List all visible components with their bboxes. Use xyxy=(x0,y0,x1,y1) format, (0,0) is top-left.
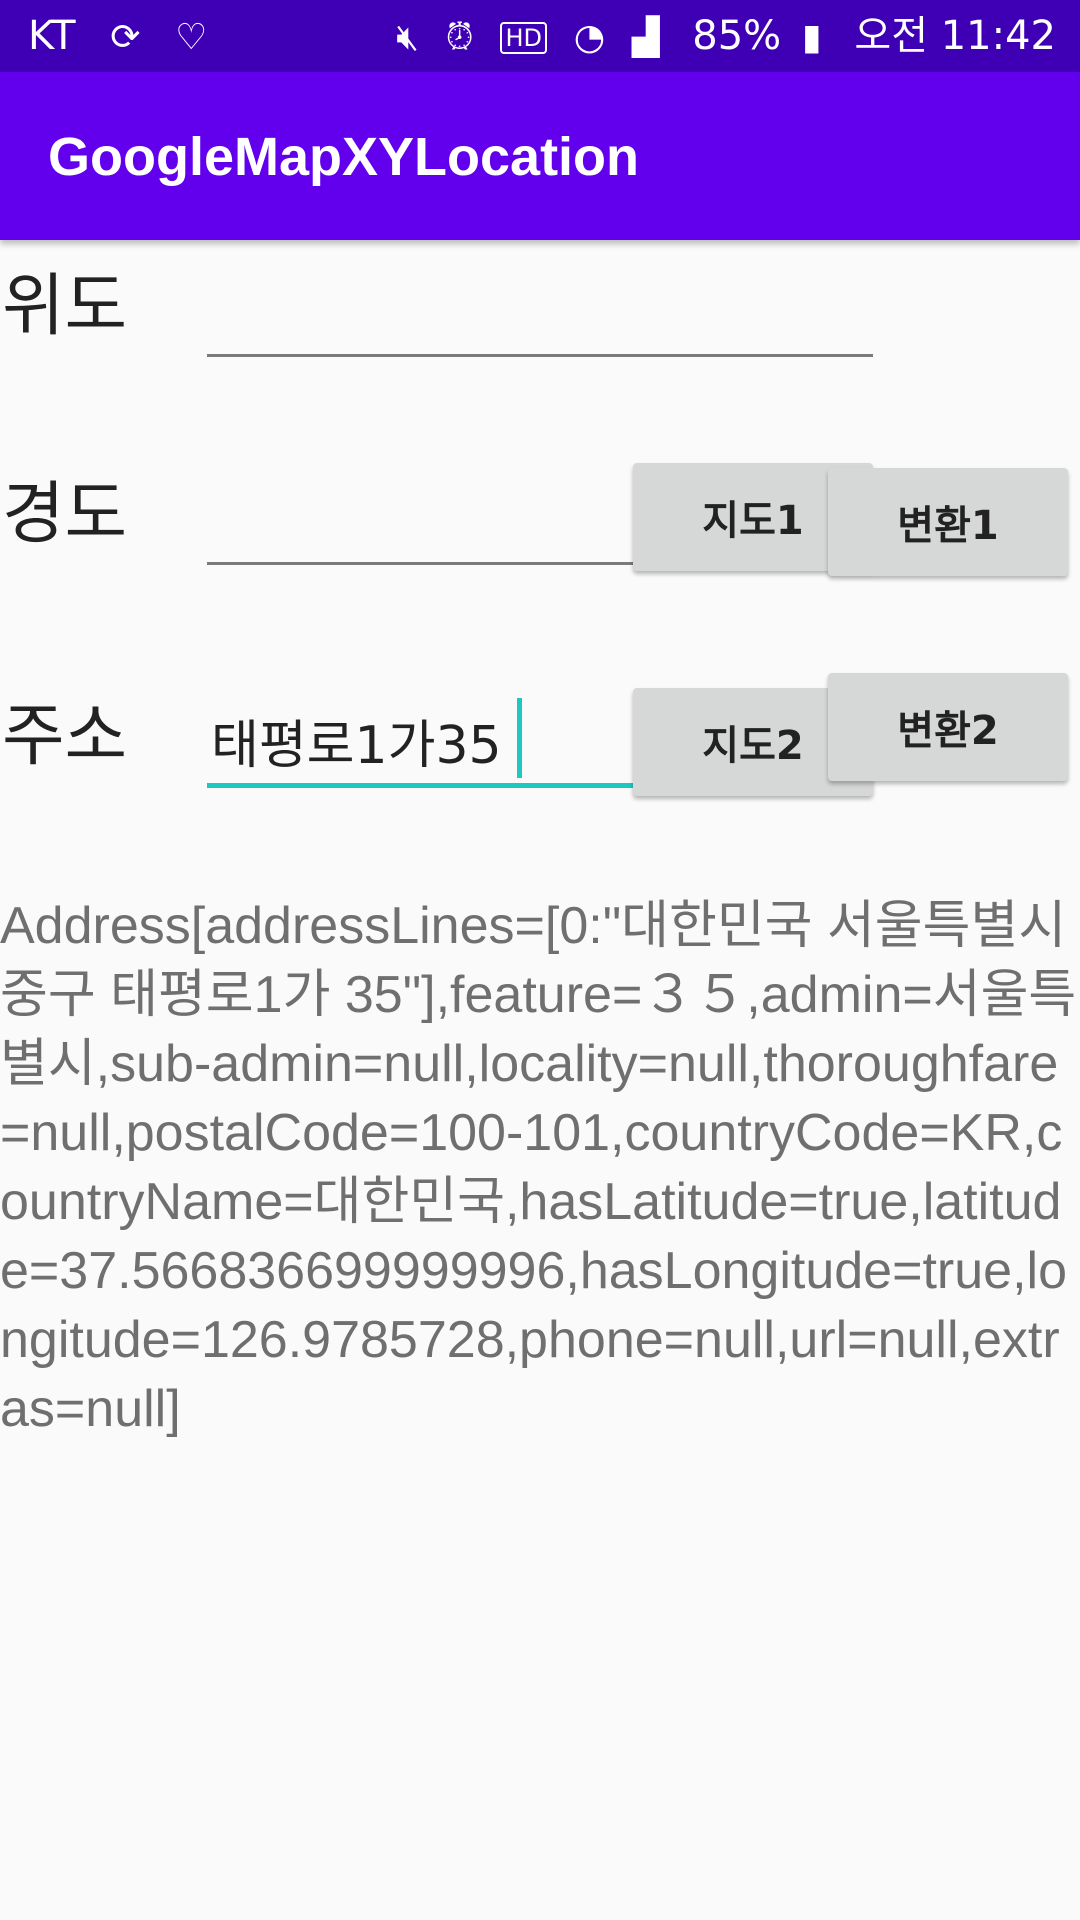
loop-icon: ⟳ xyxy=(110,17,141,58)
longitude-label: 경도 xyxy=(2,475,128,554)
wifi-icon: ◔ xyxy=(573,17,606,58)
battery-icon: ▮ xyxy=(801,17,822,58)
address-underline xyxy=(207,783,634,788)
result-text: Address[addressLines=[0:"대한민국 서울특별시 중구 태… xyxy=(0,897,1077,1438)
hd-icon: HD xyxy=(500,22,547,54)
alarm-icon: ⏰︎ xyxy=(445,17,474,58)
status-bar-left: KT ⟳ ♡ xyxy=(28,0,207,74)
text-cursor xyxy=(517,698,522,778)
signal-icon: ▟ xyxy=(631,17,660,58)
longitude-underline xyxy=(207,562,634,565)
mute-icon: 🔇︎ xyxy=(396,17,419,58)
address-label: 주소 xyxy=(2,697,128,776)
longitude-input[interactable] xyxy=(207,488,632,558)
app-title: GoogleMapXYLocation xyxy=(48,127,640,187)
status-bar-right: 🔇︎ ⏰︎ HD ◔ ▟ 85% ▮ 오전 11:42 xyxy=(396,0,1056,74)
clock: 오전 11:42 xyxy=(854,13,1056,59)
carrier-label: KT xyxy=(28,13,76,59)
status-bar: KT ⟳ ♡ 🔇︎ ⏰︎ HD ◔ ▟ 85% ▮ 오전 11:42 xyxy=(0,0,1080,72)
link-icon: ♡ xyxy=(175,17,208,58)
convert1-button[interactable]: 변환1 xyxy=(828,468,1068,576)
app-bar: GoogleMapXYLocation xyxy=(0,72,1080,240)
battery-percent: 85% xyxy=(692,13,782,59)
address-input[interactable] xyxy=(207,700,632,780)
latitude-label: 위도 xyxy=(2,267,128,346)
convert2-button[interactable]: 변환2 xyxy=(828,673,1068,781)
latitude-input[interactable] xyxy=(207,280,872,350)
latitude-underline xyxy=(207,354,873,357)
